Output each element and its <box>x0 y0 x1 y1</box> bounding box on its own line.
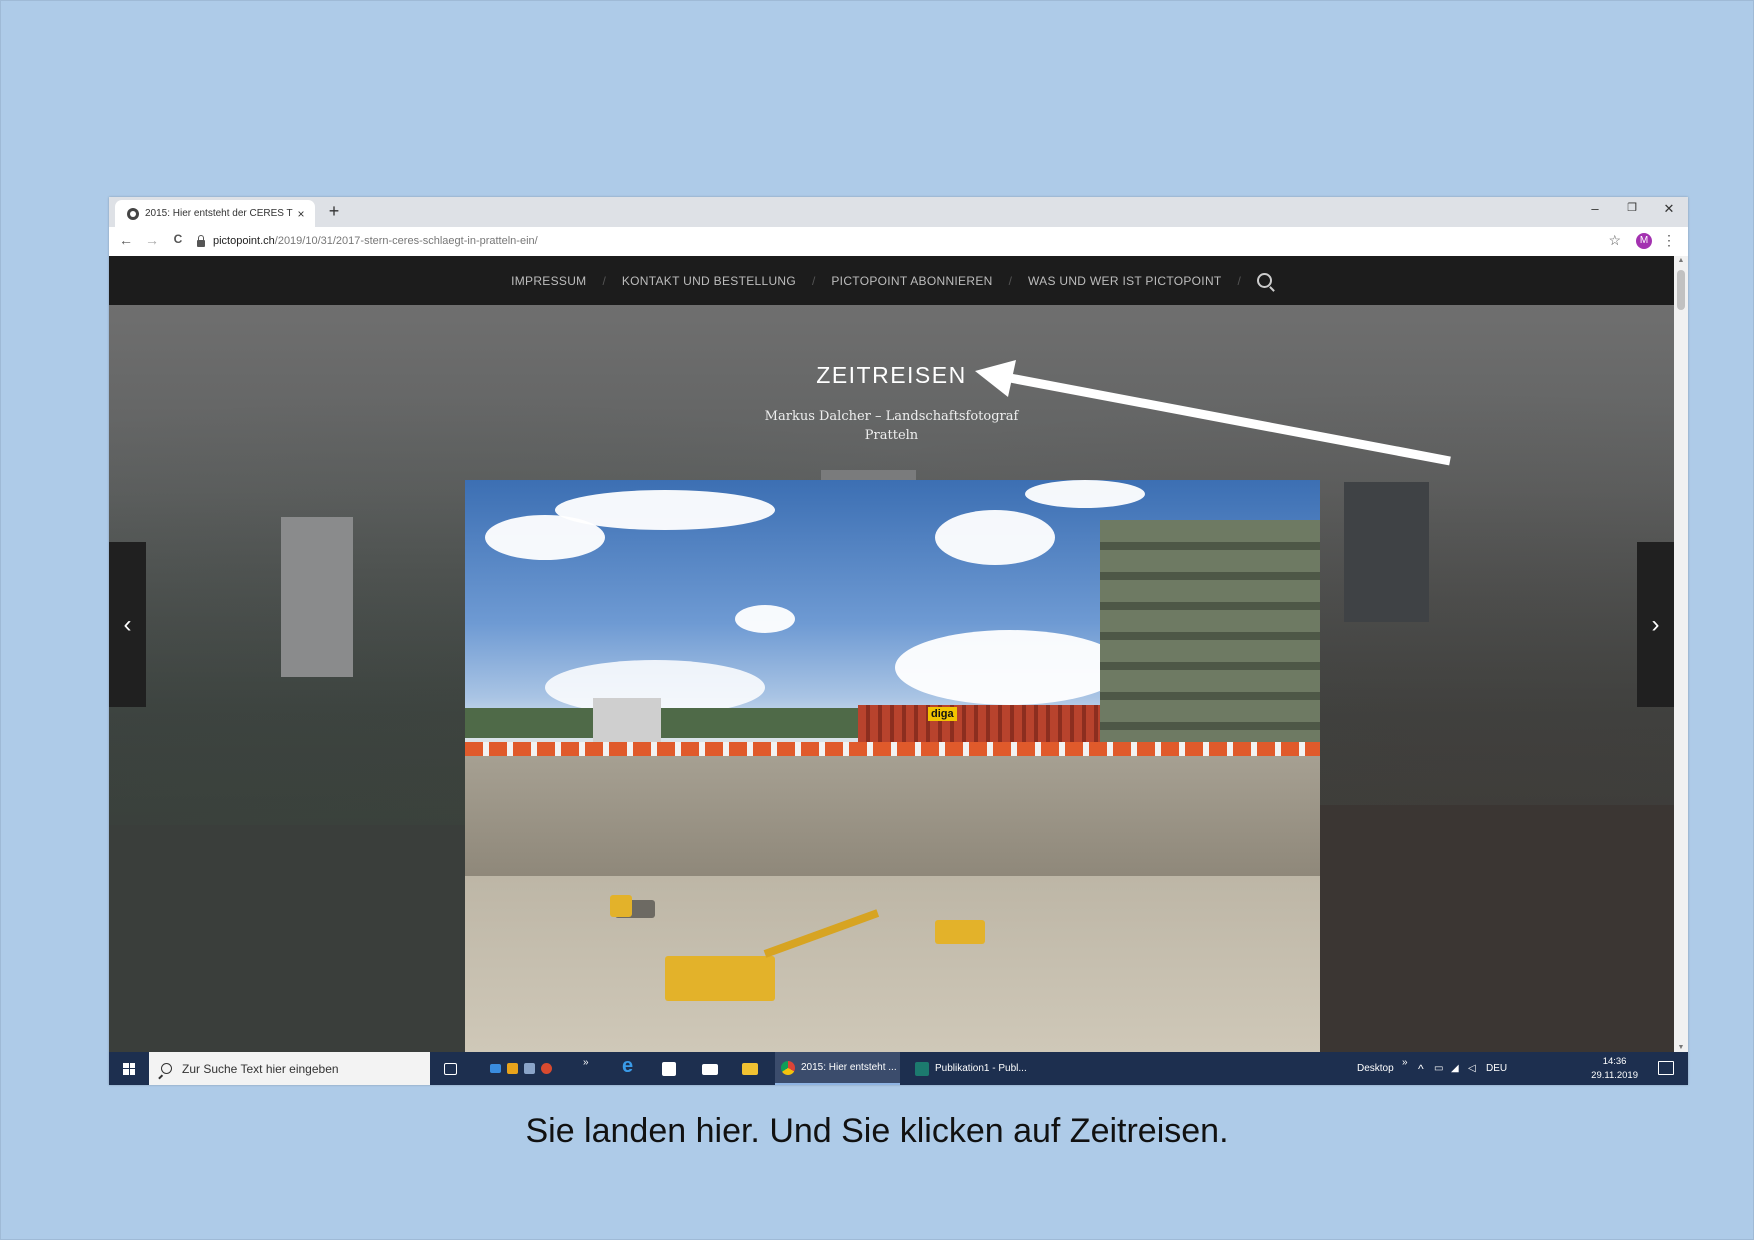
windows-taskbar: Zur Suche Text hier eingeben » e 2015: H… <box>109 1052 1688 1085</box>
excavation-floor <box>465 876 1320 1052</box>
nav-separator: / <box>1008 273 1012 288</box>
tab-title: 2015: Hier entsteht der CERES TC <box>145 208 293 219</box>
slide-caption: Sie landen hier. Und Sie klicken auf Zei… <box>525 1112 1229 1150</box>
clock-time: 14:36 <box>1602 1056 1627 1067</box>
chrome-icon <box>781 1060 795 1075</box>
search-icon <box>161 1063 172 1074</box>
background-tower <box>1344 482 1429 622</box>
quicklaunch-overflow[interactable]: » <box>583 1046 589 1079</box>
page-viewport: ZEITREISEN Markus Dalcher – Landschaftsf… <box>109 256 1674 1052</box>
url-path: /2019/10/31/2017-stern-ceres-schlaegt-in… <box>274 235 538 247</box>
site-subtitle: Markus Dalcher – Landschaftsfotograf <box>764 409 1019 424</box>
cloud <box>935 510 1055 565</box>
nav-separator: / <box>812 273 816 288</box>
taskbar-app-publisher[interactable]: Publikation1 - Publ... <box>909 1052 1040 1085</box>
windows-logo-icon <box>123 1062 135 1075</box>
search-icon[interactable] <box>1256 273 1272 288</box>
page-scrollbar[interactable]: ▲ ▼ <box>1674 256 1688 1052</box>
taskbar-app-label: Publikation1 - Publ... <box>935 1063 1027 1074</box>
taskbar-app-chrome[interactable]: 2015: Hier entsteht ... <box>775 1052 900 1085</box>
bookmark-star-icon[interactable]: ☆ <box>1608 232 1621 249</box>
scroll-down-icon[interactable]: ▼ <box>1674 1044 1688 1051</box>
volume-icon[interactable]: ◁ <box>1468 1052 1476 1085</box>
background-tower <box>281 517 353 677</box>
background-houses <box>109 825 465 1052</box>
file-explorer-icon[interactable] <box>742 1063 758 1075</box>
nav-separator: / <box>602 273 606 288</box>
profile-avatar[interactable]: M <box>1636 233 1652 249</box>
forward-button[interactable]: → <box>143 232 161 248</box>
cloud <box>895 630 1125 705</box>
url-host: pictopoint.ch <box>213 235 275 247</box>
nav-kontakt[interactable]: KONTAKT UND BESTELLUNG <box>622 274 796 288</box>
quicklaunch-icon[interactable] <box>507 1063 518 1074</box>
slider-photo[interactable]: diga <box>465 480 1320 1052</box>
cloud <box>1025 480 1145 508</box>
desktop-toolbar-overflow[interactable]: » <box>1402 1046 1408 1079</box>
new-tab-button[interactable]: + <box>323 201 345 222</box>
browser-menu-icon[interactable]: ⋮ <box>1662 232 1676 249</box>
hero-background: ZEITREISEN Markus Dalcher – Landschaftsf… <box>109 305 1674 1052</box>
nav-was-und-wer[interactable]: WAS UND WER IST PICTOPOINT <box>1028 274 1222 288</box>
tab-bar: 2015: Hier entsteht der CERES TC × + – ❐… <box>109 197 1688 227</box>
cloud <box>485 515 605 560</box>
site-navigation: IMPRESSUM / KONTAKT UND BESTELLUNG / PIC… <box>109 256 1674 305</box>
globe-icon <box>127 207 139 220</box>
nav-impressum[interactable]: IMPRESSUM <box>511 274 586 288</box>
close-window-button[interactable]: ✕ <box>1657 201 1681 217</box>
browser-toolbar: ← → C pictopoint.ch/2019/10/31/2017-ster… <box>109 227 1688 257</box>
battery-icon[interactable]: ▭ <box>1434 1052 1443 1085</box>
language-indicator[interactable]: DEU <box>1486 1052 1507 1085</box>
tab-close-icon[interactable]: × <box>293 207 309 221</box>
excavation-wall <box>465 756 1320 876</box>
construction-fence <box>465 742 1320 756</box>
excavator <box>610 895 632 917</box>
tray-chevron-icon[interactable]: ^ <box>1418 1052 1424 1085</box>
cloud <box>735 605 795 633</box>
reload-button[interactable]: C <box>169 232 187 246</box>
quicklaunch-icon[interactable] <box>524 1063 535 1074</box>
publisher-icon <box>915 1061 929 1076</box>
clock-date: 29.11.2019 <box>1591 1070 1638 1081</box>
white-building <box>593 698 661 748</box>
slider-next-button[interactable]: › <box>1637 542 1674 707</box>
scroll-up-icon[interactable]: ▲ <box>1674 257 1688 264</box>
notification-icon[interactable] <box>1658 1061 1674 1075</box>
taskbar-clock[interactable]: 14:36 29.11.2019 <box>1591 1055 1638 1083</box>
desktop-toolbar-label[interactable]: Desktop <box>1357 1052 1394 1085</box>
nav-separator: / <box>1237 273 1241 288</box>
excavator <box>665 956 775 1001</box>
network-icon[interactable]: ◢ <box>1451 1052 1459 1085</box>
site-location: Pratteln <box>864 428 919 443</box>
quicklaunch-chrome-icon[interactable] <box>541 1063 552 1074</box>
edge-icon[interactable]: e <box>622 1055 638 1077</box>
scroll-thumb[interactable] <box>1677 270 1685 310</box>
store-icon[interactable] <box>662 1062 676 1076</box>
quicklaunch-icon[interactable] <box>490 1064 501 1073</box>
browser-tab[interactable]: 2015: Hier entsteht der CERES TC × <box>115 200 315 227</box>
search-placeholder: Zur Suche Text hier eingeben <box>182 1061 339 1076</box>
building-sign: diga <box>928 707 957 721</box>
taskbar-search-input[interactable]: Zur Suche Text hier eingeben <box>149 1052 430 1085</box>
task-view-icon[interactable] <box>444 1063 457 1075</box>
minimize-button[interactable]: – <box>1583 201 1607 216</box>
site-title-link[interactable]: ZEITREISEN <box>109 362 1674 389</box>
taskbar-app-label: 2015: Hier entsteht ... <box>801 1062 897 1073</box>
start-button[interactable] <box>109 1052 149 1085</box>
mail-icon[interactable] <box>702 1064 718 1075</box>
browser-window: 2015: Hier entsteht der CERES TC × + – ❐… <box>109 197 1688 1085</box>
slider-prev-button[interactable]: ‹ <box>109 542 146 707</box>
back-button[interactable]: ← <box>117 232 135 248</box>
nav-abonnieren[interactable]: PICTOPOINT ABONNIEREN <box>831 274 992 288</box>
restore-button[interactable]: ❐ <box>1620 201 1644 214</box>
address-bar[interactable]: pictopoint.ch/2019/10/31/2017-stern-cere… <box>197 230 1688 252</box>
lock-icon <box>197 234 205 247</box>
excavator <box>935 920 985 944</box>
background-houses <box>1320 805 1674 1052</box>
